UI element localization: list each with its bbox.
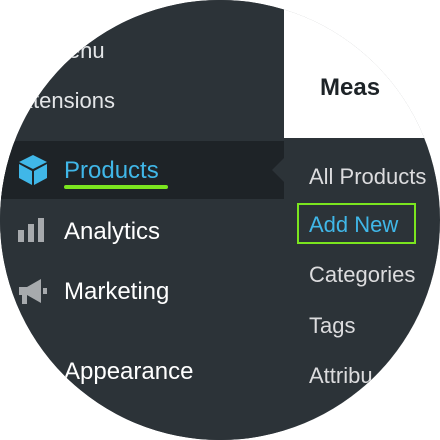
submenu-item-attributes[interactable]: Attribu	[309, 363, 373, 389]
submenu-item-tags[interactable]: Tags	[309, 313, 355, 339]
bar-chart-icon	[16, 216, 46, 249]
sidebar-item-label: Marketing	[64, 278, 170, 305]
admin-sidebar: lenu xtensions Products Analytics Market…	[0, 0, 284, 440]
sidebar-item-label: xtensions	[22, 88, 115, 113]
submenu-item-add-new[interactable]: Add New	[309, 212, 398, 238]
active-menu-pointer	[272, 158, 284, 182]
sidebar-item-label: Products	[64, 157, 159, 184]
page-title: Meas	[320, 74, 381, 101]
box-icon	[16, 153, 50, 192]
sidebar-item-label: Analytics	[64, 218, 161, 245]
submenu-item-categories[interactable]: Categories	[309, 262, 415, 288]
highlight-underline	[64, 185, 168, 189]
sidebar-item-appearance[interactable]: Appearance	[0, 0, 284, 385]
sidebar-item-label: Appearance	[64, 358, 194, 385]
zoomed-screenshot-circle: lenu xtensions Products Analytics Market…	[0, 0, 440, 440]
products-flyout-submenu: All Products Add New Categories Tags Att…	[284, 138, 440, 440]
sidebar-item-products[interactable]: Products	[0, 141, 284, 199]
submenu-item-all-products[interactable]: All Products	[309, 164, 426, 190]
content-header: Meas	[284, 0, 440, 138]
megaphone-icon	[15, 275, 49, 314]
